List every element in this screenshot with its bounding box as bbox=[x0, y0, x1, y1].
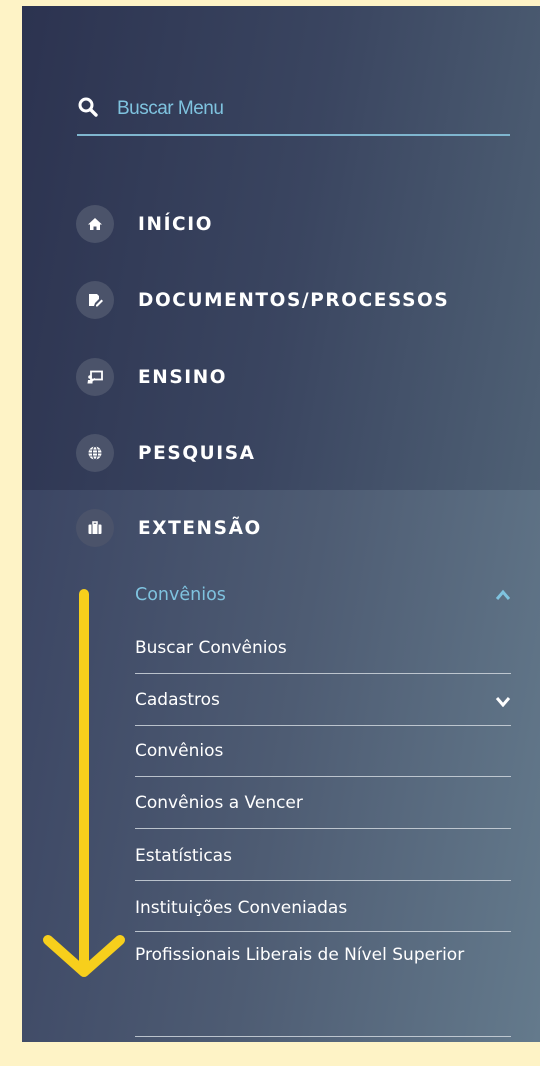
scroll-down-arrow bbox=[43, 589, 125, 977]
